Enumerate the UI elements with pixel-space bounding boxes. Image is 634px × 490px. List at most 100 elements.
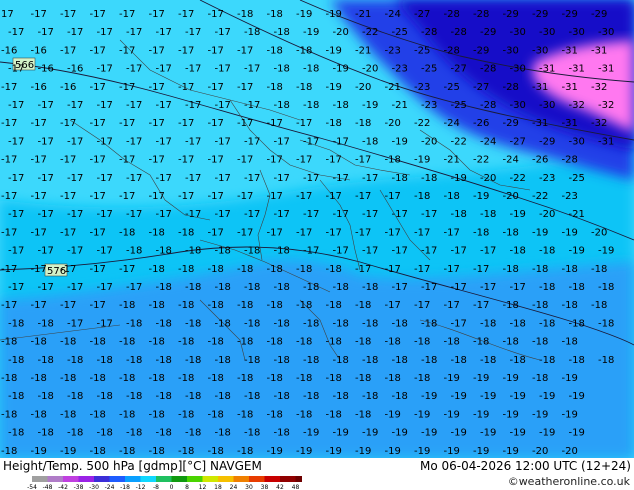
- color-scale-tick-label: 48: [292, 484, 300, 490]
- temperature-value: -18: [208, 337, 224, 348]
- temperature-value: -17: [90, 227, 106, 238]
- temperature-value: -17: [296, 191, 312, 202]
- temperature-value: -17: [126, 209, 142, 220]
- temperature-value: -17: [31, 300, 47, 311]
- temperature-value: -22: [362, 27, 378, 38]
- temperature-value: -18: [274, 355, 290, 366]
- color-scale-tick-label: 24: [230, 484, 238, 490]
- temperature-value: -19: [562, 227, 578, 238]
- temperature-value: -22: [532, 191, 548, 202]
- temperature-value: -18: [178, 409, 194, 420]
- temperature-value: -23: [385, 45, 401, 56]
- temperature-value: -17: [67, 100, 83, 111]
- temperature-value: -17: [333, 209, 349, 220]
- temperature-value: -26: [473, 118, 489, 129]
- temperature-value: -18: [385, 373, 401, 384]
- temperature-value: -20: [539, 209, 555, 220]
- temperature-value: -17: [90, 155, 106, 166]
- temperature-value: -19: [562, 409, 578, 420]
- temperature-value: -18: [31, 409, 47, 420]
- temperature-value: -29: [503, 9, 519, 20]
- temperature-value: -17: [67, 27, 83, 38]
- temperature-value: -17: [185, 209, 201, 220]
- temperature-value: -17: [303, 246, 319, 257]
- temperature-value: -17: [31, 227, 47, 238]
- temperature-value: -16: [31, 82, 47, 93]
- temperature-value: -19: [414, 155, 430, 166]
- temperature-value: -27: [510, 136, 526, 147]
- temperature-value: -18: [60, 409, 76, 420]
- temperature-value: -17: [385, 227, 401, 238]
- temperature-value: -18: [149, 409, 165, 420]
- temperature-value: -18: [539, 318, 555, 329]
- temperature-value: -17: [444, 264, 460, 275]
- temperature-value: -18: [303, 282, 319, 293]
- temperature-value: -18: [355, 118, 371, 129]
- temperature-value: -20: [480, 173, 496, 184]
- temperature-value: -24: [480, 136, 496, 147]
- temperature-value: -18: [267, 264, 283, 275]
- temperature-value: -18: [38, 391, 54, 402]
- temperature-value: -30: [510, 64, 526, 75]
- temperature-value: -19: [503, 409, 519, 420]
- temperature-value: -31: [598, 64, 614, 75]
- color-scale-tick-label: -38: [74, 484, 84, 490]
- temperature-value: -28: [480, 100, 496, 111]
- temperature-value: -18: [303, 391, 319, 402]
- temperature-value: -19: [333, 428, 349, 439]
- temperature-value: -18: [149, 446, 165, 457]
- temperature-value: -18: [444, 191, 460, 202]
- temperature-value: -27: [473, 82, 489, 93]
- color-scale-swatch: [32, 476, 48, 482]
- temperature-value: -17: [178, 82, 194, 93]
- temperature-value: -18: [215, 391, 231, 402]
- temperature-value: -23: [539, 173, 555, 184]
- temperature-value: -18: [362, 136, 378, 147]
- map-title: Height/Temp. 500 hPa [gdmp][°C] NAVGEM: [3, 459, 262, 473]
- temperature-value: -19: [392, 136, 408, 147]
- temperature-value: -18: [126, 355, 142, 366]
- temperature-value: -17: [97, 64, 113, 75]
- color-scale-tick-label: -24: [105, 484, 115, 490]
- color-scale-tick-label: -42: [58, 484, 68, 490]
- temperature-value: -17: [8, 64, 24, 75]
- temperature-value: -17: [237, 82, 253, 93]
- temperature-value: -18: [303, 100, 319, 111]
- temperature-value: -18: [149, 300, 165, 311]
- temperature-value: -17: [97, 318, 113, 329]
- temperature-value: -19: [326, 82, 342, 93]
- temperature-value: -17: [185, 100, 201, 111]
- temperature-value: -19: [296, 446, 312, 457]
- temperature-value: -18: [119, 300, 135, 311]
- temperature-value: -18: [355, 300, 371, 311]
- temperature-value: -19: [355, 446, 371, 457]
- temperature-value: -17: [392, 282, 408, 293]
- temperature-value: -18: [598, 355, 614, 366]
- temperature-value: -17: [333, 246, 349, 257]
- temperature-value: -26: [532, 155, 548, 166]
- temperature-value: -17: [149, 155, 165, 166]
- temperature-value: -17: [333, 136, 349, 147]
- temperature-value: -21: [392, 100, 408, 111]
- color-scale-swatch: [233, 476, 249, 482]
- temperature-value: -18: [178, 337, 194, 348]
- temperature-value: -18: [362, 282, 378, 293]
- temperature-value: -20: [503, 191, 519, 202]
- temperature-value: -25: [392, 27, 408, 38]
- temperature-value: -25: [569, 173, 585, 184]
- temperature-value: -28: [480, 64, 496, 75]
- temperature-value: -18: [385, 337, 401, 348]
- temperature-value: -29: [480, 27, 496, 38]
- temperature-value: -29: [539, 136, 555, 147]
- temperature-value: -18: [392, 173, 408, 184]
- temperature-value: -17: [1, 227, 17, 238]
- temperature-value: -17: [385, 264, 401, 275]
- temperature-value: -18: [274, 246, 290, 257]
- temperature-value: -17: [208, 118, 224, 129]
- temperature-value: -19: [503, 373, 519, 384]
- temperature-value: -32: [591, 118, 607, 129]
- temperature-value: -16: [38, 64, 54, 75]
- temperature-value: -17: [60, 45, 76, 56]
- temperature-value: -18: [244, 391, 260, 402]
- temperature-value: -18: [333, 100, 349, 111]
